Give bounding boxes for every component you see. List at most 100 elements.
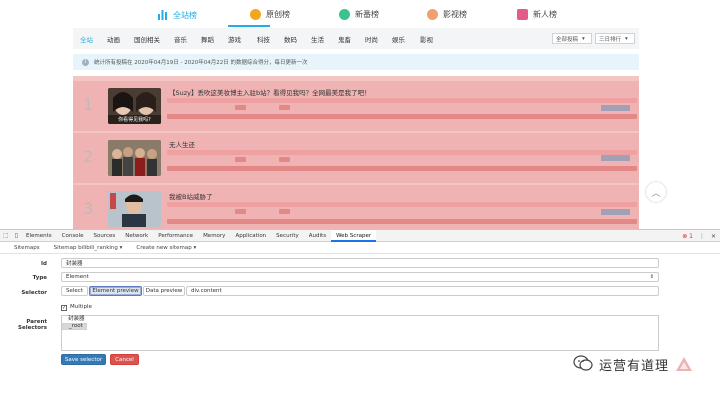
sub-nav-item[interactable]: 游戏: [228, 34, 241, 44]
device-toggle-icon[interactable]: ▯: [12, 232, 21, 239]
anime-icon: [339, 9, 350, 20]
rank-number: 2: [83, 147, 94, 166]
parent-option-wrapper[interactable]: 封装器: [62, 316, 658, 323]
score-tag: [601, 155, 630, 161]
tab-application[interactable]: Application: [230, 230, 271, 242]
range-select-value: 三日排行: [599, 36, 622, 43]
tab-elements[interactable]: Elements: [21, 230, 57, 242]
error-badge[interactable]: ⊗ 1: [682, 233, 693, 240]
rank-number: 1: [83, 95, 94, 114]
tab-console[interactable]: Console: [57, 230, 89, 242]
rank-number: 3: [83, 199, 94, 218]
sub-nav-item[interactable]: 生活: [311, 34, 324, 44]
video-thumbnail[interactable]: 你看得见我吗?: [108, 88, 161, 124]
filter-select[interactable]: 全部投稿 ▾: [552, 33, 592, 44]
rank-list: 1 你看得见我吗? 【Suzy】丢吹这美妆博主入驻b站？看得见我吗？全网最美是我…: [73, 76, 639, 229]
parent-option-root[interactable]: _root: [62, 323, 87, 330]
nav-create-sitemap[interactable]: Create new sitemap ▾: [136, 245, 196, 251]
video-title[interactable]: 无人生还: [169, 139, 195, 149]
nav-sitemaps[interactable]: Sitemaps: [14, 245, 40, 251]
tab-film[interactable]: 影视榜: [427, 9, 467, 20]
redacted-stats: [167, 219, 637, 224]
tab-security[interactable]: Security: [271, 230, 304, 242]
redacted-stats: [167, 150, 637, 155]
type-label: Type: [32, 275, 47, 281]
tab-performance[interactable]: Performance: [153, 230, 198, 242]
sub-nav-item[interactable]: 全站: [80, 34, 93, 44]
save-selector-label: Save selector: [64, 356, 103, 363]
tab-sources[interactable]: Sources: [88, 230, 120, 242]
redacted-stats: [167, 98, 637, 103]
sub-nav-item[interactable]: 时尚: [365, 34, 378, 44]
rank-item[interactable]: 1 你看得见我吗? 【Suzy】丢吹这美妆博主入驻b站？看得见我吗？全网最美是我…: [73, 81, 639, 131]
more-options-icon[interactable]: ⋮: [699, 233, 705, 240]
tab-web-scraper[interactable]: Web Scraper: [331, 229, 377, 242]
redacted-stats: [279, 105, 290, 110]
sub-nav-item[interactable]: 影视: [420, 34, 433, 44]
close-icon[interactable]: ✕: [711, 233, 716, 240]
devtools-tabbar: ⬚ ▯ Elements Console Sources Network Per…: [0, 229, 720, 242]
video-thumbnail[interactable]: [108, 140, 161, 176]
redacted-stats: [167, 114, 637, 119]
multiple-label: Multiple: [70, 304, 92, 310]
sub-nav-item[interactable]: 鬼畜: [338, 34, 351, 44]
chevron-up-icon: ︿: [651, 188, 661, 199]
sub-nav-item[interactable]: 科技: [257, 34, 270, 44]
thumbnail-caption: 你看得见我吗?: [118, 117, 151, 123]
sub-nav-item[interactable]: 动画: [107, 34, 120, 44]
screenshot: 全站榜 原创榜 新番榜 影视榜 新人榜 全站 动画 国创相关 音乐 舞蹈 游戏 …: [0, 0, 720, 402]
back-to-top-button[interactable]: ︿: [645, 181, 667, 203]
save-selector-button[interactable]: Save selector: [61, 354, 106, 365]
watermark-text: 运营有道理: [599, 359, 670, 374]
redacted-stats: [167, 202, 637, 207]
select-button[interactable]: Select: [61, 286, 88, 296]
id-input-value: 封装器: [66, 261, 83, 267]
type-select[interactable]: Element ⇕: [61, 272, 659, 282]
sub-nav-item[interactable]: 数码: [284, 34, 297, 44]
cancel-button[interactable]: Cancel: [110, 354, 139, 365]
parent-selectors-list[interactable]: _root 封装器: [61, 315, 659, 351]
selector-label: Selector: [21, 290, 47, 296]
sub-nav-item[interactable]: 音乐: [174, 34, 187, 44]
video-title[interactable]: 我被B站威胁了: [169, 191, 212, 201]
nav-current-sitemap[interactable]: Sitemap bilibili_ranking ▾: [54, 245, 123, 251]
element-preview-button[interactable]: Element preview: [89, 286, 142, 296]
updown-arrow-icon: ⇕: [649, 274, 654, 280]
tab-all-site[interactable]: 全站榜: [157, 9, 197, 22]
select-button-label: Select: [66, 288, 83, 294]
multiple-checkbox[interactable]: ✓: [61, 305, 67, 311]
tab-new-anime[interactable]: 新番榜: [339, 9, 379, 20]
gift-icon: [517, 9, 528, 20]
rank-item[interactable]: 2 无人生还: [73, 133, 639, 183]
sub-nav-item[interactable]: 娱乐: [392, 34, 405, 44]
sub-nav-item[interactable]: 舞蹈: [201, 34, 214, 44]
rank-item[interactable]: 3 我被B站威胁了: [73, 185, 639, 229]
video-thumbnail[interactable]: [108, 191, 161, 227]
redacted-stats: [279, 157, 290, 162]
category-tabs: 全站榜 原创榜 新番榜 影视榜 新人榜: [73, 0, 639, 30]
tab-label: 全站榜: [173, 11, 197, 20]
range-select[interactable]: 三日排行 ▾: [595, 33, 635, 44]
tab-network[interactable]: Network: [120, 230, 153, 242]
tab-memory[interactable]: Memory: [198, 230, 230, 242]
data-preview-label: Data preview: [145, 288, 183, 294]
selector-input[interactable]: div.content: [186, 286, 659, 296]
sub-category-nav: 全站 动画 国创相关 音乐 舞蹈 游戏 科技 数码 生活 鬼畜 时尚 娱乐 影视…: [73, 28, 639, 49]
id-label: Id: [41, 261, 47, 267]
parent-selectors-label: Parent Selectors: [18, 319, 47, 331]
video-title[interactable]: 【Suzy】丢吹这美妆博主入驻b站？看得见我吗？全网最美是我了吧！: [169, 87, 371, 97]
chevron-down-icon: ▾: [582, 35, 585, 42]
tab-audits[interactable]: Audits: [304, 230, 331, 242]
devtools-right-controls: ⊗ 1 ⋮ ✕: [682, 230, 716, 242]
inspect-cursor-icon[interactable]: ⬚: [0, 232, 12, 239]
tab-newcomer[interactable]: 新人榜: [517, 9, 557, 20]
info-icon: i: [82, 58, 89, 66]
chevron-down-icon: ▾: [625, 35, 628, 42]
id-input[interactable]: 封装器: [61, 258, 659, 268]
redacted-stats: [279, 209, 290, 214]
data-preview-button[interactable]: Data preview: [143, 286, 185, 296]
wechat-logo-icon: [573, 355, 593, 374]
tab-original[interactable]: 原创榜: [250, 9, 290, 20]
sub-nav-item[interactable]: 国创相关: [134, 34, 160, 44]
bar-chart-icon: [157, 9, 168, 22]
